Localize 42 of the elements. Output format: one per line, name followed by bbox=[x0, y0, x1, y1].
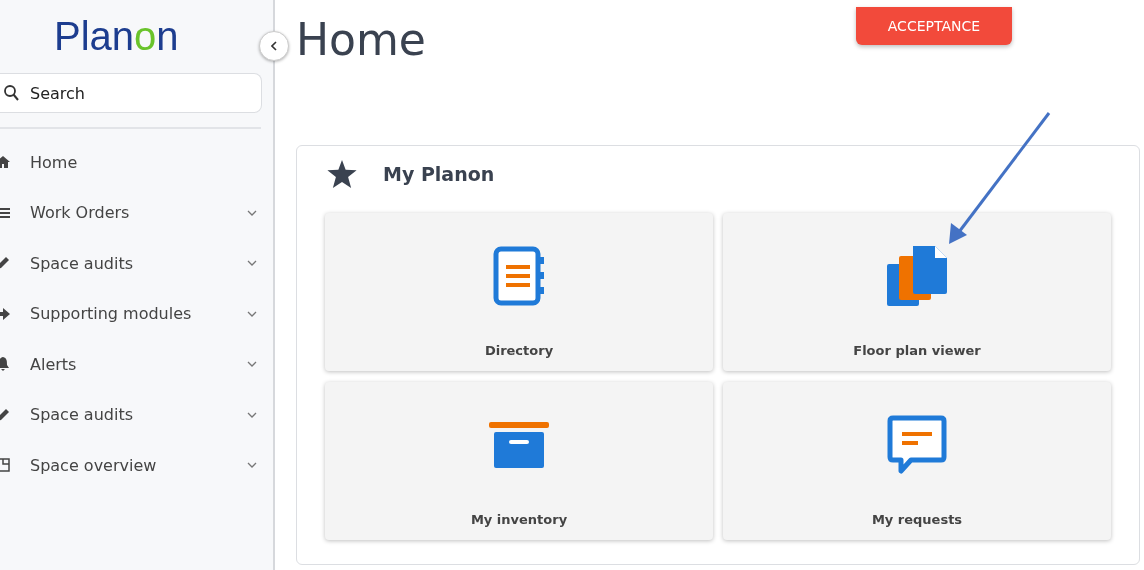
nav-label: Space audits bbox=[30, 405, 134, 425]
tile-label: Directory bbox=[484, 343, 554, 358]
panel-title: My Planon bbox=[383, 162, 495, 185]
home-icon bbox=[0, 155, 10, 170]
tile[interactable]: Directory bbox=[325, 213, 713, 371]
tile-label: My requests bbox=[871, 512, 963, 527]
search-field[interactable]: Search bbox=[0, 73, 262, 113]
floorplan-icon bbox=[0, 458, 10, 473]
archive-box-icon bbox=[489, 422, 549, 468]
nav-label: Supporting modules bbox=[30, 304, 193, 324]
nav-item[interactable]: Alerts bbox=[0, 339, 273, 390]
chat-bubble-icon bbox=[887, 415, 947, 475]
menu-icon bbox=[0, 205, 10, 220]
pencil-icon bbox=[0, 407, 10, 422]
nav-item[interactable]: Supporting modules bbox=[0, 288, 273, 339]
nav-label: Space overview bbox=[30, 455, 158, 475]
star-icon bbox=[327, 159, 357, 188]
nav-label: Alerts bbox=[30, 354, 78, 374]
logo: Planon bbox=[54, 14, 180, 59]
documents-icon bbox=[887, 246, 947, 306]
nav-item[interactable]: Space overview bbox=[0, 440, 273, 491]
nav-label: Space audits bbox=[30, 253, 134, 273]
tile[interactable]: My requests bbox=[723, 382, 1111, 540]
pencil-icon bbox=[0, 256, 10, 271]
nav-item[interactable]: Work Orders bbox=[0, 187, 273, 238]
nav-item[interactable]: Space audits bbox=[0, 389, 273, 440]
search-icon bbox=[4, 84, 20, 102]
nav-label: Home bbox=[30, 152, 79, 172]
nav-item[interactable]: Space audits bbox=[0, 238, 273, 289]
nav-label: Work Orders bbox=[30, 203, 131, 223]
tile[interactable]: My inventory bbox=[325, 382, 713, 540]
tile[interactable]: Floor plan viewer bbox=[723, 213, 1111, 371]
tile-label: My inventory bbox=[470, 512, 568, 527]
chevron-left-icon bbox=[271, 41, 277, 51]
arrow-icon bbox=[0, 306, 10, 321]
environment-badge: ACCEPTANCE bbox=[855, 7, 1012, 45]
page-title: Home bbox=[296, 14, 426, 65]
tile-label: Floor plan viewer bbox=[853, 343, 981, 358]
collapse-button[interactable] bbox=[259, 31, 289, 61]
bell-icon bbox=[0, 357, 10, 372]
notebook-icon bbox=[493, 246, 545, 306]
nav-item[interactable]: Home bbox=[0, 137, 273, 188]
